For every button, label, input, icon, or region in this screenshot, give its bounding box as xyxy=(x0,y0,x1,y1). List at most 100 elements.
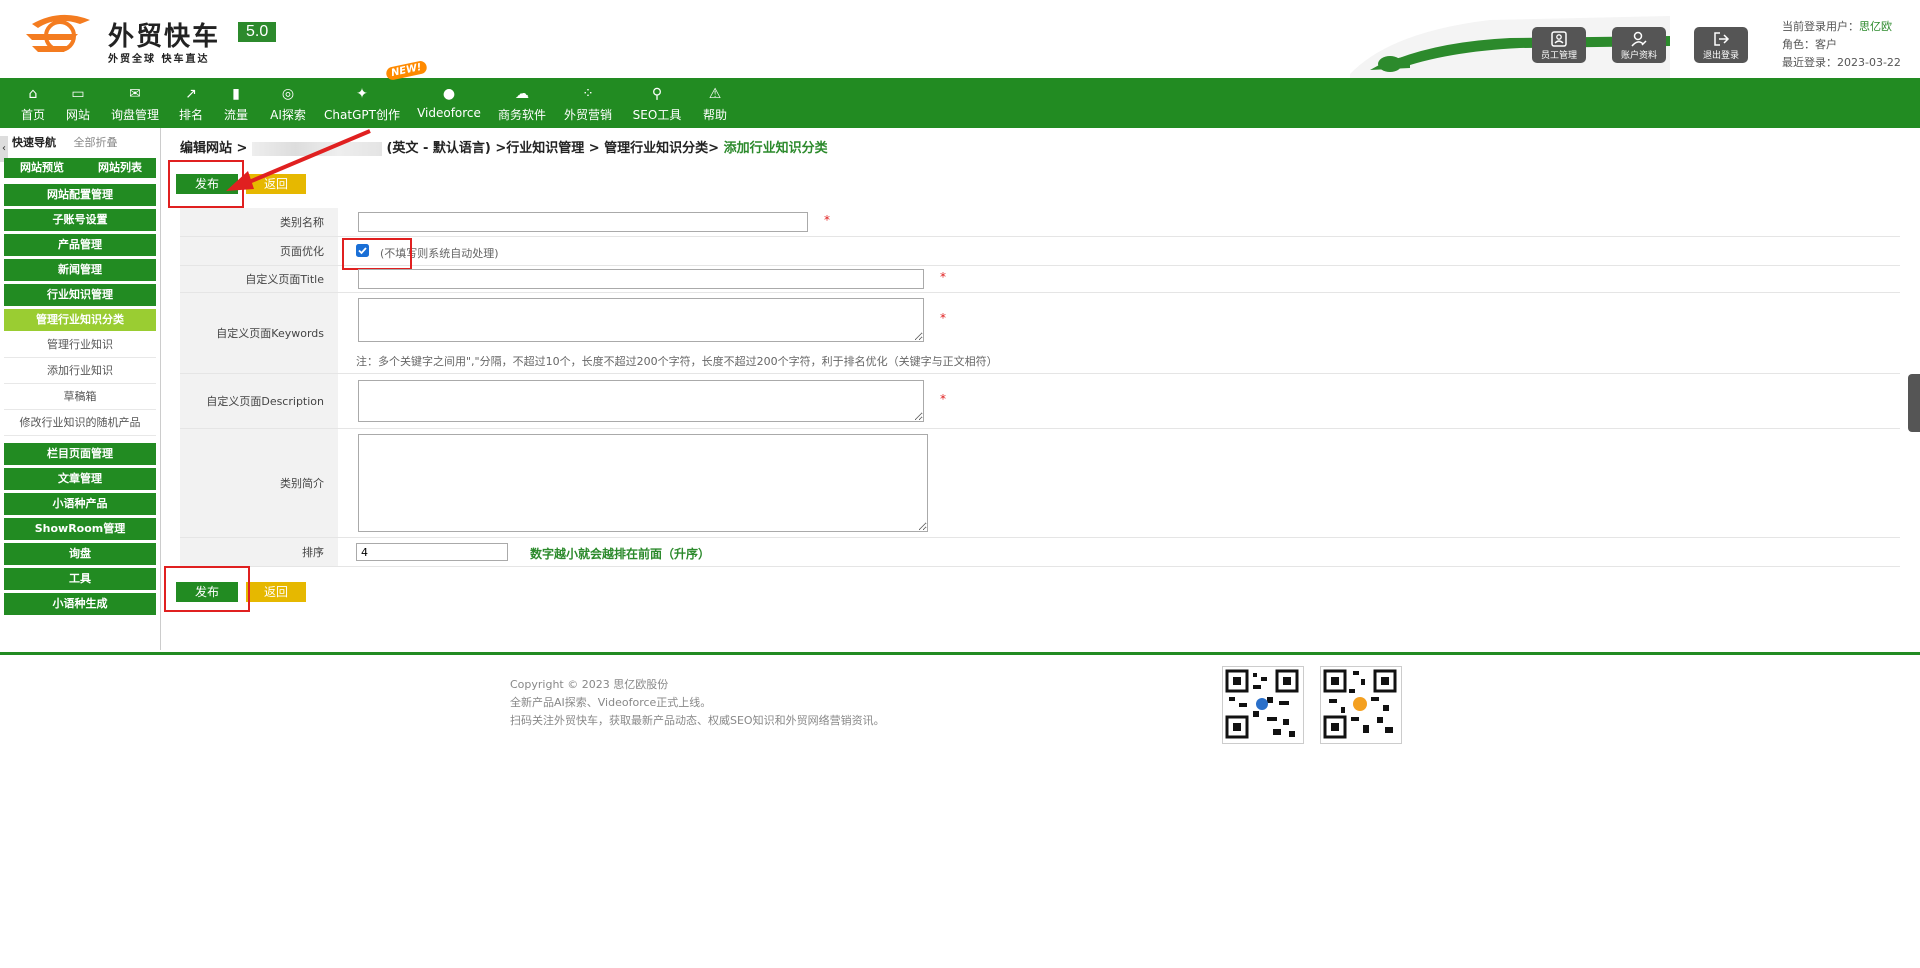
breadcrumb-middle[interactable]: (英文 - 默认语言) >行业知识管理 > 管理行业知识分类> xyxy=(386,141,719,156)
nav-item-website[interactable]: ▭ 网站 xyxy=(62,78,94,128)
footer-follow-note: 扫码关注外贸快车，获取最新产品动态、权威SEO知识和外贸网络营销资讯。 xyxy=(510,714,885,727)
header: 外贸快车 5.0 外贸全球 快车直达 员工管理 账户资料 退出登录 当前登录用户… xyxy=(0,0,1920,78)
home-icon: ⌂ xyxy=(28,86,38,102)
user-info: 当前登录用户：思亿欧 角色：客户 最近登录：2023-03-22 xyxy=(1782,18,1901,72)
row-sort-order: 排序 数字越小就会越排在前面（升序） xyxy=(180,538,1900,567)
sort-order-input[interactable] xyxy=(356,543,508,561)
sidebar-item-news[interactable]: 新闻管理 xyxy=(4,259,156,281)
cloud-icon: ☁ xyxy=(515,86,529,102)
account-info-button[interactable]: 账户资料 xyxy=(1612,27,1666,63)
search-icon: ⚲ xyxy=(651,86,663,102)
row-custom-keywords: 自定义页面Keywords * 注：多个关键字之间用","分隔，不超过10个，长… xyxy=(180,293,1900,374)
sidebar-item-articles[interactable]: 文章管理 xyxy=(4,468,156,490)
footer-copyright: Copyright © 2023 思亿欧股份 xyxy=(510,678,669,691)
sidebar-item-inquiries[interactable]: 询盘 xyxy=(4,543,156,565)
video-icon: ● xyxy=(442,86,456,102)
sidebar-item-site-config[interactable]: 网站配置管理 xyxy=(4,184,156,206)
required-mark: * xyxy=(940,392,946,406)
bar-chart-icon: ▮ xyxy=(232,86,240,102)
nav-item-ai[interactable]: ◎ AI探索 xyxy=(266,78,310,128)
nav-item-marketing[interactable]: ⁘ 外贸营销 xyxy=(562,78,614,128)
sidebar-top-links: 网站预览 网站列表 xyxy=(4,158,156,178)
tab-quick-nav[interactable]: 快速导航 xyxy=(12,136,56,149)
user-role: 角色：客户 xyxy=(1782,38,1837,51)
sidebar-item-tools[interactable]: 工具 xyxy=(4,568,156,590)
label-category-intro: 类别简介 xyxy=(280,477,324,490)
keywords-note: 注：多个关键字之间用","分隔，不超过10个，长度不超过200个字符，长度不超过… xyxy=(356,355,998,368)
grid-icon: ⁘ xyxy=(582,86,594,102)
sidebar-item-minor-lang-generate[interactable]: 小语种生成 xyxy=(4,593,156,615)
site-list-link[interactable]: 网站列表 xyxy=(98,158,142,178)
feedback-side-tab[interactable] xyxy=(1908,374,1920,432)
custom-description-textarea[interactable] xyxy=(358,380,924,422)
sidebar-item-knowledge-categories[interactable]: 管理行业知识分类 xyxy=(4,309,156,331)
row-page-optimization: 页面优化 (不填写则系统自动处理) xyxy=(180,237,1900,266)
ai-icon: ◎ xyxy=(281,86,295,102)
brand-slogan: 外贸全球 快车直达 xyxy=(108,54,210,65)
logout-button[interactable]: 退出登录 xyxy=(1694,27,1748,63)
sidebar-item-minor-lang-products[interactable]: 小语种产品 xyxy=(4,493,156,515)
sidebar-item-showroom[interactable]: ShowRoom管理 xyxy=(4,518,156,540)
label-custom-description: 自定义页面Description xyxy=(206,395,324,408)
nav-item-traffic[interactable]: ▮ 流量 xyxy=(220,78,252,128)
logout-icon xyxy=(1714,32,1730,46)
mail-icon: ✉ xyxy=(129,86,141,102)
row-custom-title: 自定义页面Title * xyxy=(180,266,1900,293)
sidebar-item-column-pages[interactable]: 栏目页面管理 xyxy=(4,443,156,465)
label-custom-title: 自定义页面Title xyxy=(245,273,324,286)
ranking-icon: ↗ xyxy=(185,86,197,102)
contact-card-icon xyxy=(1551,31,1567,47)
back-button-bottom[interactable]: 返回 xyxy=(246,582,306,602)
nav-item-home[interactable]: ⌂ 首页 xyxy=(18,78,48,128)
login-label: 当前登录用户： xyxy=(1782,20,1859,33)
label-page-optimization: 页面优化 xyxy=(280,245,324,258)
brand-name: 外贸快车 xyxy=(108,22,221,52)
footer-announcement: 全新产品AI探索、Videoforce正式上线。 xyxy=(510,696,712,709)
nav-item-inquiry[interactable]: ✉ 询盘管理 xyxy=(108,78,162,128)
annotation-arrow-icon xyxy=(226,129,371,191)
chatgpt-icon: ✦ xyxy=(356,86,368,102)
qr-code-icon xyxy=(1222,666,1304,744)
nav-item-business-software[interactable]: ☁ 商务软件 xyxy=(496,78,548,128)
footer-divider xyxy=(0,652,1920,655)
login-username: 思亿欧 xyxy=(1859,20,1892,33)
sidebar-tabs: 快速导航 全部折叠 xyxy=(12,134,132,150)
brand-logo[interactable]: 外贸快车 5.0 外贸全球 快车直达 xyxy=(20,14,320,65)
annotation-box-publish-bottom xyxy=(164,566,250,612)
nav-item-chatgpt[interactable]: ✦ ChatGPT创作 xyxy=(324,78,400,128)
qr-code-icon xyxy=(1320,666,1402,744)
label-custom-keywords: 自定义页面Keywords xyxy=(216,327,324,340)
site-preview-link[interactable]: 网站预览 xyxy=(20,158,64,178)
nav-item-ranking[interactable]: ↗ 排名 xyxy=(176,78,206,128)
staff-management-button[interactable]: 员工管理 xyxy=(1532,27,1586,63)
logo-wing-icon xyxy=(26,14,90,52)
tab-collapse-all[interactable]: 全部折叠 xyxy=(74,136,118,149)
label-sort-order: 排序 xyxy=(302,546,324,559)
required-mark: * xyxy=(824,213,830,227)
category-name-input[interactable] xyxy=(358,212,808,232)
footer-text: Copyright © 2023 思亿欧股份 全新产品AI探索、Videofor… xyxy=(510,676,885,730)
sidebar-item-subaccount[interactable]: 子账号设置 xyxy=(4,209,156,231)
custom-title-input[interactable] xyxy=(358,269,924,289)
sidebar-item-add-knowledge[interactable]: 添加行业知识 xyxy=(4,359,156,384)
brand-version: 5.0 xyxy=(238,22,277,42)
sidebar-item-industry-knowledge[interactable]: 行业知识管理 xyxy=(4,284,156,306)
nav-item-help[interactable]: ⚠ 帮助 xyxy=(700,78,730,128)
row-custom-description: 自定义页面Description * xyxy=(180,374,1900,429)
main-nav: ⌂ 首页 ▭ 网站 ✉ 询盘管理 ↗ 排名 ▮ 流量 ◎ AI探索 ✦ Chat… xyxy=(0,78,1920,128)
custom-keywords-textarea[interactable] xyxy=(358,298,924,342)
sidebar-item-random-products[interactable]: 修改行业知识的随机产品 xyxy=(4,411,156,436)
sidebar-item-manage-knowledge[interactable]: 管理行业知识 xyxy=(4,333,156,358)
row-category-name: 类别名称 * xyxy=(180,208,1900,237)
nav-item-seo-tools[interactable]: ⚲ SEO工具 xyxy=(630,78,684,128)
sidebar-item-products[interactable]: 产品管理 xyxy=(4,234,156,256)
label-category-name: 类别名称 xyxy=(280,216,324,229)
user-edit-icon xyxy=(1631,31,1647,47)
sort-order-note: 数字越小就会越排在前面（升序） xyxy=(530,547,711,561)
category-intro-textarea[interactable] xyxy=(358,434,928,532)
logout-label: 退出登录 xyxy=(1702,51,1739,61)
row-category-intro: 类别简介 xyxy=(180,429,1900,538)
nav-item-videoforce[interactable]: ● Videoforce xyxy=(416,78,482,128)
staff-management-label: 员工管理 xyxy=(1540,51,1577,61)
sidebar-item-drafts[interactable]: 草稿箱 xyxy=(4,385,156,410)
